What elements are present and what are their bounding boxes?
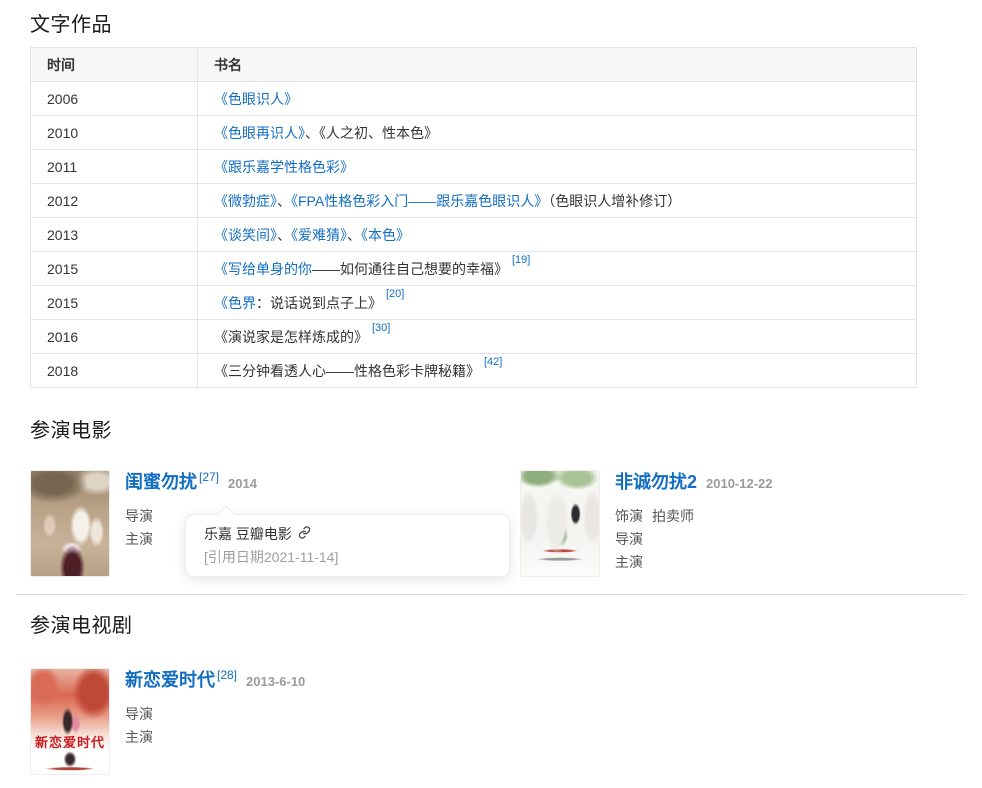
tv-series-card: 新恋爱时代 新恋爱时代 [28] 2013-6-10 导演 主演	[30, 668, 305, 775]
movie-poster[interactable]	[30, 470, 110, 577]
year-cell: 2018	[31, 354, 198, 388]
table-row: 2013 《谈笑间》、《爱难猜》、《本色》	[31, 218, 917, 252]
book-cell: 《色眼再识人》、《人之初、性本色》	[198, 116, 917, 150]
credit-row: 主演	[615, 551, 773, 574]
credit-label: 导演	[125, 508, 153, 524]
movie-card: 非诚勿扰2 2010-12-22 饰演拍卖师 导演 主演	[520, 470, 773, 577]
book-text: （色眼识人增补修订）	[548, 193, 681, 209]
book-text: 、《人之初、性本色》	[305, 125, 438, 141]
credit-label: 主演	[125, 729, 153, 745]
credit-value: 拍卖师	[652, 508, 694, 524]
movie-title-link[interactable]: 闺蜜勿扰	[125, 471, 197, 493]
year-cell: 2015	[31, 252, 198, 286]
book-cell: 《写给单身的你——如何通往自己想要的幸福》 [19]	[198, 252, 917, 286]
year-cell: 2006	[31, 82, 198, 116]
movie-info: 非诚勿扰2 2010-12-22 饰演拍卖师 导演 主演	[615, 470, 773, 577]
credit-label: 导演	[125, 706, 153, 722]
credit-row: 导演	[615, 528, 773, 551]
section-divider	[16, 594, 966, 595]
movie-poster[interactable]	[520, 470, 600, 577]
book-cell: 《三分钟看透人心——性格色彩卡牌秘籍》 [42]	[198, 354, 917, 388]
credit-label: 主演	[125, 531, 153, 547]
credit-label: 主演	[615, 554, 643, 570]
book-link[interactable]: 《写给单身的你	[214, 261, 312, 277]
release-date: 2013-6-10	[246, 671, 305, 693]
year-cell: 2013	[31, 218, 198, 252]
external-link-icon	[292, 526, 311, 543]
citation-ref[interactable]: [19]	[512, 254, 530, 266]
book-text: ——如何通往自己想要的幸福》	[312, 261, 508, 277]
table-row: 2006 《色眼识人》	[31, 82, 917, 116]
section-title-tv-series: 参演电视剧	[30, 609, 133, 638]
year-cell: 2011	[31, 150, 198, 184]
book-text: ：说话说到点子上》	[256, 295, 382, 311]
book-cell: 《跟乐嘉学性格色彩》	[198, 150, 917, 184]
release-date: 2010-12-22	[706, 473, 773, 495]
credit-label: 导演	[615, 531, 643, 547]
table-header-row: 时间 书名	[31, 48, 917, 82]
book-cell: 《演说家是怎样炼成的》 [30]	[198, 320, 917, 354]
book-link[interactable]: 《FPA性格色彩入门——跟乐嘉色眼识人》	[291, 193, 548, 209]
citation-ref[interactable]: [27]	[199, 466, 219, 488]
tooltip-cite-date: [引用日期2021-11-14]	[204, 549, 491, 566]
citation-ref[interactable]: [20]	[386, 288, 404, 300]
book-text: 、	[277, 227, 291, 243]
poster-title-text: 新恋爱时代	[31, 732, 109, 751]
tv-series-poster[interactable]: 新恋爱时代	[30, 668, 110, 775]
book-link[interactable]: 《爱难猜》	[291, 227, 347, 243]
book-cell: 《谈笑间》、《爱难猜》、《本色》	[198, 218, 917, 252]
tv-series-info: 新恋爱时代 [28] 2013-6-10 导演 主演	[125, 668, 305, 775]
credit-row: 主演	[125, 726, 305, 749]
table-row: 2016 《演说家是怎样炼成的》 [30]	[31, 320, 917, 354]
book-cell: 《色眼识人》	[198, 82, 917, 116]
release-date: 2014	[228, 473, 257, 495]
book-text: 《三分钟看透人心——性格色彩卡牌秘籍》	[214, 363, 480, 379]
reference-tooltip: 乐嘉 豆瓣电影 [引用日期2021-11-14]	[185, 514, 510, 577]
book-cell: 《微勃症》、《FPA性格色彩入门——跟乐嘉色眼识人》（色眼识人增补修订）	[198, 184, 917, 218]
book-link[interactable]: 《谈笑间》	[214, 227, 277, 243]
book-link[interactable]: 《跟乐嘉学性格色彩》	[214, 159, 354, 175]
year-cell: 2015	[31, 286, 198, 320]
book-text: 、	[347, 227, 361, 243]
book-link[interactable]: 《微勃症》	[214, 193, 277, 209]
book-link[interactable]: 《色眼识人》	[214, 91, 298, 107]
book-cell: 《色界：说话说到点子上》 [20]	[198, 286, 917, 320]
table-row: 2015 《色界：说话说到点子上》 [20]	[31, 286, 917, 320]
section-title-movies: 参演电影	[30, 414, 112, 443]
book-link[interactable]: 《色眼再识人》	[214, 125, 305, 141]
citation-ref[interactable]: [28]	[217, 664, 237, 686]
book-link[interactable]: 《本色》	[361, 227, 410, 243]
citation-ref[interactable]: [42]	[484, 356, 502, 368]
credit-row: 饰演拍卖师	[615, 505, 773, 528]
credit-label: 饰演	[615, 508, 643, 524]
tv-series-title-link[interactable]: 新恋爱时代	[125, 669, 215, 691]
tooltip-source-link[interactable]: 乐嘉 豆瓣电影	[204, 526, 491, 543]
year-cell: 2010	[31, 116, 198, 150]
table-row: 2012 《微勃症》、《FPA性格色彩入门——跟乐嘉色眼识人》（色眼识人增补修订…	[31, 184, 917, 218]
citation-ref[interactable]: [30]	[372, 322, 390, 334]
section-title-written-works: 文字作品	[30, 8, 112, 37]
year-cell: 2016	[31, 320, 198, 354]
table-row: 2010 《色眼再识人》、《人之初、性本色》	[31, 116, 917, 150]
movie-title-link[interactable]: 非诚勿扰2	[615, 471, 697, 493]
table-row: 2011 《跟乐嘉学性格色彩》	[31, 150, 917, 184]
credit-row: 导演	[125, 703, 305, 726]
column-header-time: 时间	[31, 48, 198, 82]
baike-article-page: 文字作品 时间 书名 2006 《色眼识人》 2010 《色眼再识人》、《人之初…	[0, 0, 982, 788]
book-link[interactable]: 《色界	[214, 295, 256, 311]
column-header-bookname: 书名	[198, 48, 917, 82]
table-row: 2018 《三分钟看透人心——性格色彩卡牌秘籍》 [42]	[31, 354, 917, 388]
written-works-table: 时间 书名 2006 《色眼识人》 2010 《色眼再识人》、《人之初、性本色》…	[30, 47, 917, 388]
table-row: 2015 《写给单身的你——如何通往自己想要的幸福》 [19]	[31, 252, 917, 286]
book-text: 《演说家是怎样炼成的》	[214, 329, 368, 345]
book-text: 、	[277, 193, 291, 209]
year-cell: 2012	[31, 184, 198, 218]
